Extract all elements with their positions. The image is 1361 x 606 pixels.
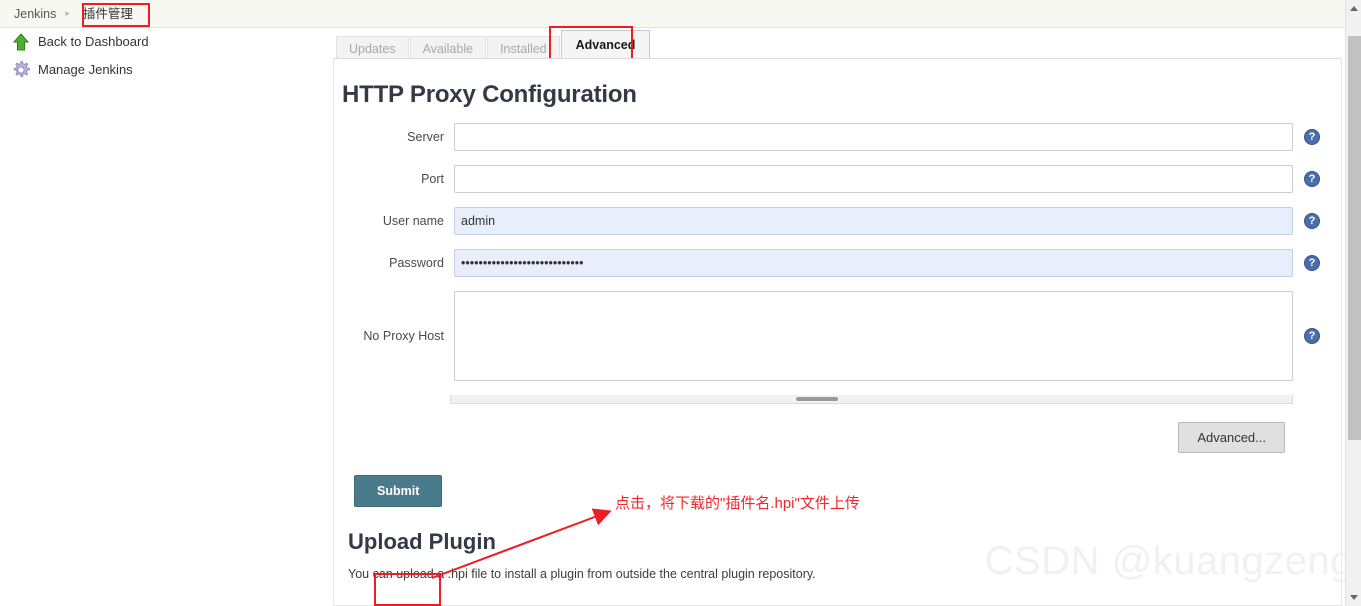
main-panel: HTTP Proxy Configuration Server ? Port ? bbox=[333, 58, 1342, 606]
submit-button[interactable]: Submit bbox=[354, 475, 443, 507]
field-label-password: Password bbox=[389, 256, 444, 270]
page-scrollbar-thumb[interactable] bbox=[1348, 36, 1361, 440]
tab-advanced[interactable]: Advanced bbox=[560, 30, 651, 60]
no-proxy-host-textarea[interactable] bbox=[454, 291, 1293, 381]
sidebar: Back to Dashboard Manage Jenkins bbox=[0, 28, 330, 606]
advanced-button[interactable]: Advanced... bbox=[1178, 422, 1285, 453]
scroll-down-arrow-icon[interactable] bbox=[1346, 589, 1361, 606]
form-row-no-proxy-host: No Proxy Host ? bbox=[342, 291, 1323, 381]
scroll-up-arrow-icon[interactable] bbox=[1346, 0, 1361, 17]
watermark: CSDN @kuangzeng bbox=[984, 539, 1353, 583]
tab-bar: Updates Available Installed Advanced bbox=[330, 28, 1345, 62]
help-icon[interactable]: ? bbox=[1304, 213, 1320, 229]
form-row-server: Server ? bbox=[342, 123, 1323, 151]
scrollbar-thumb[interactable] bbox=[795, 397, 838, 401]
sidebar-item-label: Back to Dashboard bbox=[38, 34, 149, 49]
breadcrumb-separator-icon: ▸ bbox=[65, 8, 70, 18]
help-icon[interactable]: ? bbox=[1304, 129, 1320, 145]
page-root: Jenkins ▸ 插件管理 Back to Dashboard Manage … bbox=[0, 0, 1361, 606]
sidebar-item-manage-jenkins[interactable]: Manage Jenkins bbox=[0, 56, 330, 84]
page-title: HTTP Proxy Configuration bbox=[342, 81, 637, 108]
advanced-button-row: Advanced... bbox=[342, 404, 1323, 453]
breadcrumb: Jenkins ▸ 插件管理 bbox=[0, 0, 1345, 28]
breadcrumb-item-plugin-manager[interactable]: 插件管理 bbox=[75, 3, 141, 25]
sidebar-item-label: Manage Jenkins bbox=[38, 62, 133, 77]
form-row-port: Port ? bbox=[342, 165, 1323, 193]
field-label-no-proxy-host: No Proxy Host bbox=[363, 329, 444, 343]
gear-icon bbox=[10, 59, 32, 81]
help-icon[interactable]: ? bbox=[1304, 171, 1320, 187]
help-icon[interactable]: ? bbox=[1304, 328, 1320, 344]
field-label-port: Port bbox=[421, 172, 444, 186]
server-input[interactable] bbox=[454, 123, 1293, 151]
form-row-username: User name ? bbox=[342, 207, 1323, 235]
port-input[interactable] bbox=[454, 165, 1293, 193]
horizontal-scrollbar[interactable] bbox=[450, 395, 1293, 404]
form-row-password: Password ? bbox=[342, 249, 1323, 277]
field-label-username: User name bbox=[382, 214, 444, 228]
password-input[interactable] bbox=[454, 249, 1293, 277]
page-scrollbar[interactable] bbox=[1345, 0, 1361, 606]
help-icon[interactable]: ? bbox=[1304, 255, 1320, 271]
username-input[interactable] bbox=[454, 207, 1293, 235]
annotation-note: 点击，将下载的"插件名.hpi"文件上传 bbox=[615, 495, 860, 512]
breadcrumb-item-jenkins[interactable]: Jenkins bbox=[8, 5, 62, 23]
field-label-server: Server bbox=[407, 130, 444, 144]
up-arrow-icon bbox=[10, 31, 32, 53]
sidebar-item-back-to-dashboard[interactable]: Back to Dashboard bbox=[0, 28, 330, 56]
